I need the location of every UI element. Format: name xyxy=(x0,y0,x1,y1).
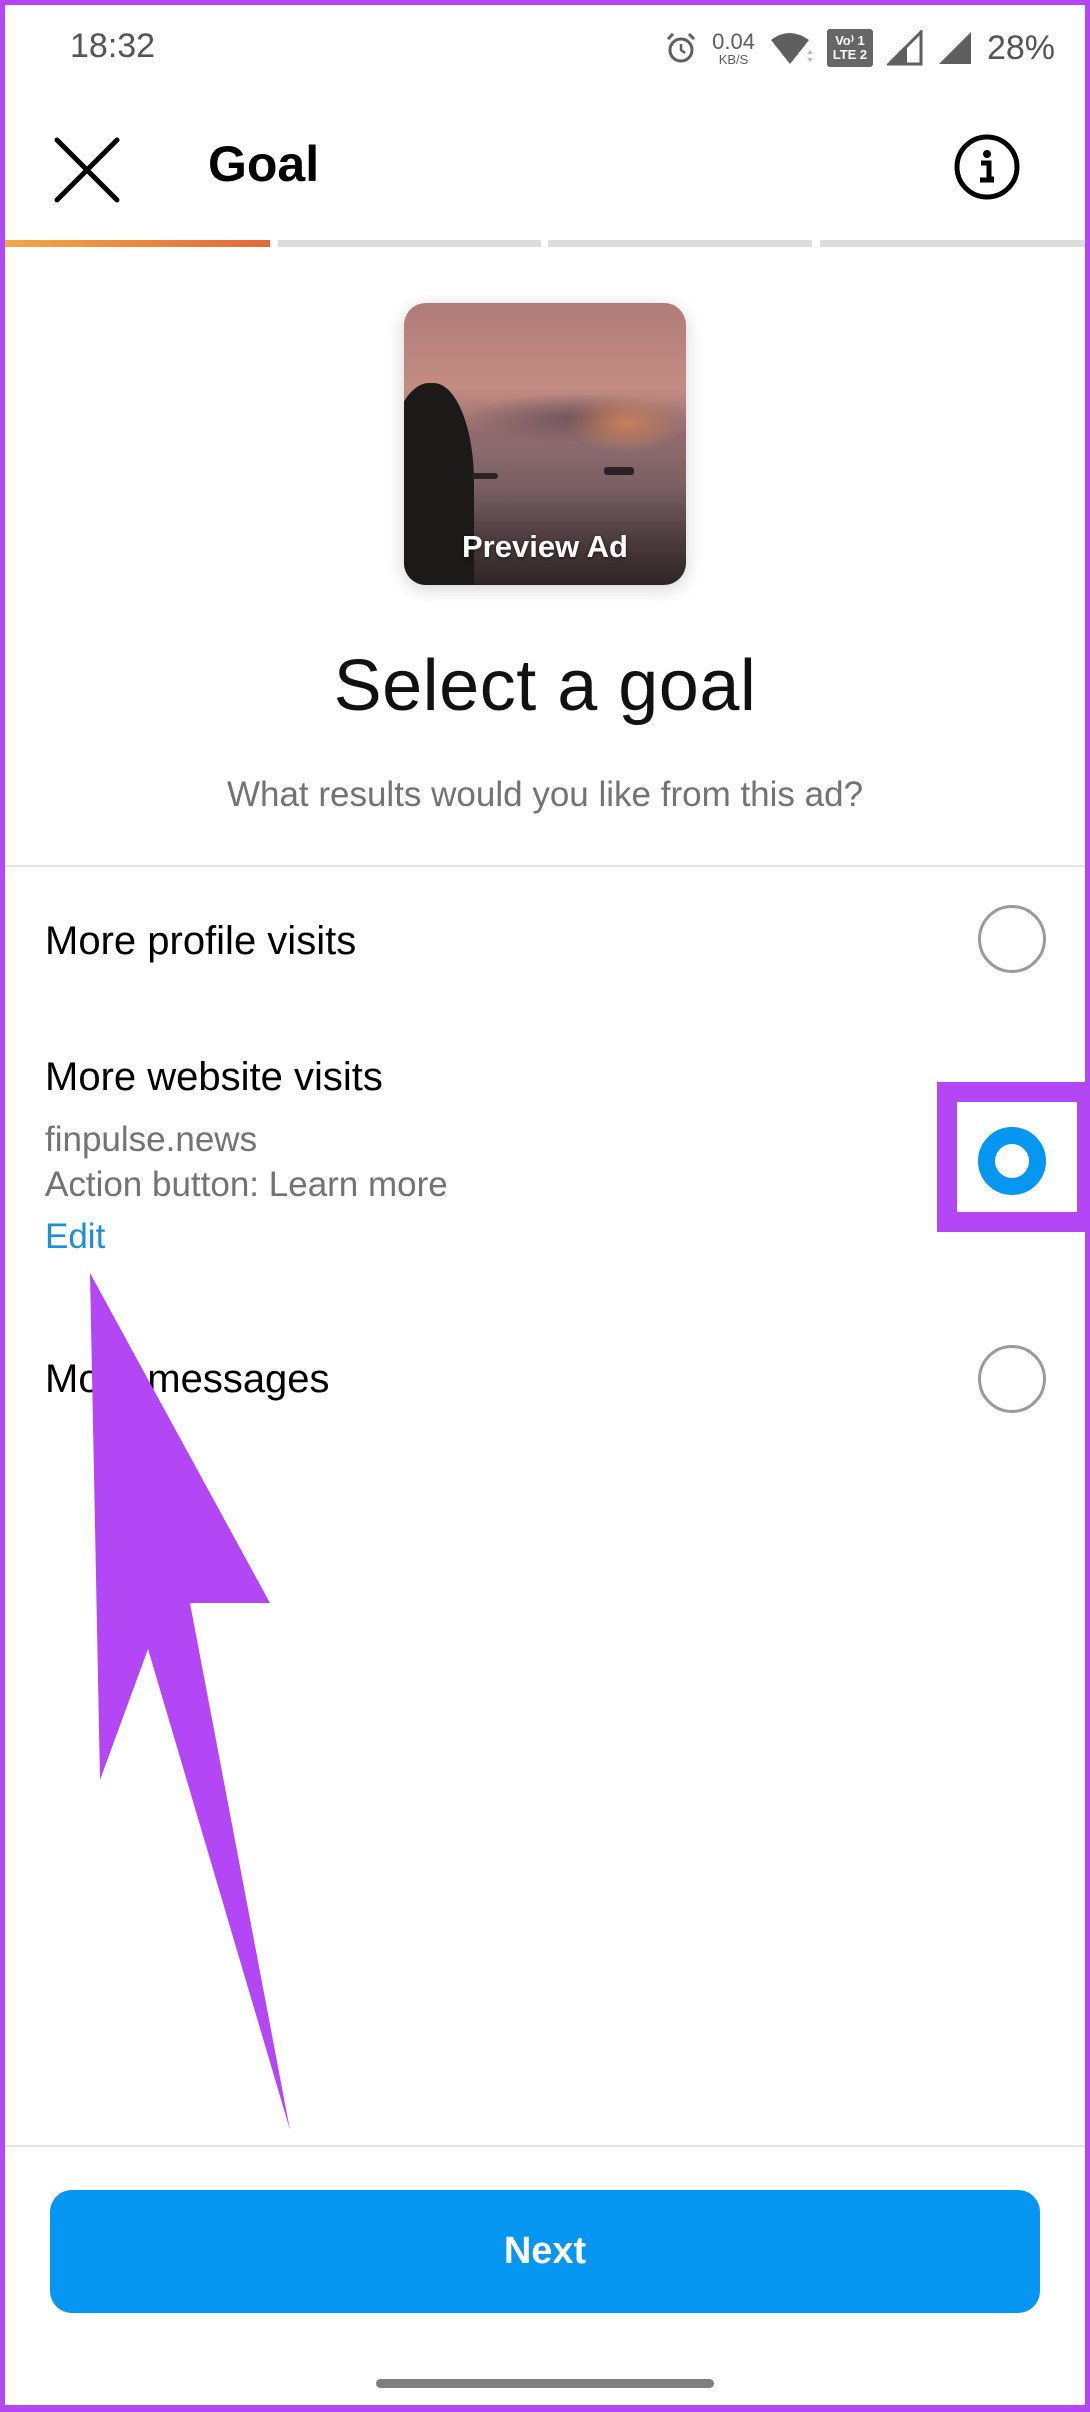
progress-step-4 xyxy=(820,240,1085,247)
net-speed-value: 0.04 xyxy=(712,28,755,54)
close-icon xyxy=(54,137,120,203)
page-title: Goal xyxy=(208,136,320,192)
option-website: finpulse.news xyxy=(45,1120,258,1159)
volte-icon: Vo⁾ 1 LTE 2 xyxy=(826,29,873,67)
volte-line-2: LTE 2 xyxy=(832,47,868,62)
alarm-icon xyxy=(667,32,696,63)
close-button[interactable] xyxy=(47,130,127,210)
net-speed-unit: KB/S xyxy=(718,51,749,67)
radio-messages[interactable] xyxy=(978,1345,1046,1413)
progress-step-1 xyxy=(5,240,270,247)
progress-step-2 xyxy=(278,240,541,247)
signal-sim2-icon xyxy=(938,32,971,64)
status-icons: 0.04 KB/S Vo⁾ 1 LTE 2 28% xyxy=(664,23,1055,73)
goal-option-website-visits[interactable]: More website visits finpulse.news Action… xyxy=(5,1045,1085,1275)
preview-ad-label: Preview Ad xyxy=(462,529,628,564)
wifi-icon xyxy=(770,33,813,64)
radio-profile-visits[interactable] xyxy=(978,905,1046,973)
preview-image-boat xyxy=(604,467,634,475)
info-button[interactable] xyxy=(945,125,1029,209)
progress-step-3 xyxy=(548,240,812,247)
footer-divider xyxy=(5,2145,1085,2147)
edit-link[interactable]: Edit xyxy=(45,1217,105,1257)
annotation-highlight-box xyxy=(937,1082,1085,1232)
battery-level: 28% xyxy=(986,28,1055,67)
option-title: More profile visits xyxy=(45,919,357,963)
preview-image-glow xyxy=(566,393,686,453)
option-action-button: Action button: Learn more xyxy=(45,1165,448,1204)
net-speed: 0.04 KB/S xyxy=(712,28,755,67)
section-heading: Select a goal xyxy=(333,646,757,726)
goal-option-profile-visits[interactable]: More profile visits xyxy=(5,867,1085,997)
home-indicator[interactable] xyxy=(376,2379,714,2388)
volte-line-1: Vo⁾ 1 xyxy=(835,33,865,49)
goal-option-messages[interactable]: More messages xyxy=(5,1315,1085,1445)
step-progress xyxy=(5,240,1085,247)
option-title: More messages xyxy=(45,1357,330,1401)
preview-image-boat xyxy=(472,473,498,479)
option-title: More website visits xyxy=(45,1055,383,1099)
info-icon xyxy=(954,134,1020,200)
section-subheading: What results would you like from this ad… xyxy=(226,775,864,814)
signal-sim1-icon xyxy=(886,30,923,66)
status-time: 18:32 xyxy=(70,27,156,65)
preview-ad-button[interactable]: Preview Ad xyxy=(404,303,686,585)
next-button[interactable]: Next xyxy=(50,2190,1040,2313)
screen: 18:32 0.04 KB/S Vo⁾ 1 LTE 2 28% Goal Pre… xyxy=(5,5,1085,2405)
